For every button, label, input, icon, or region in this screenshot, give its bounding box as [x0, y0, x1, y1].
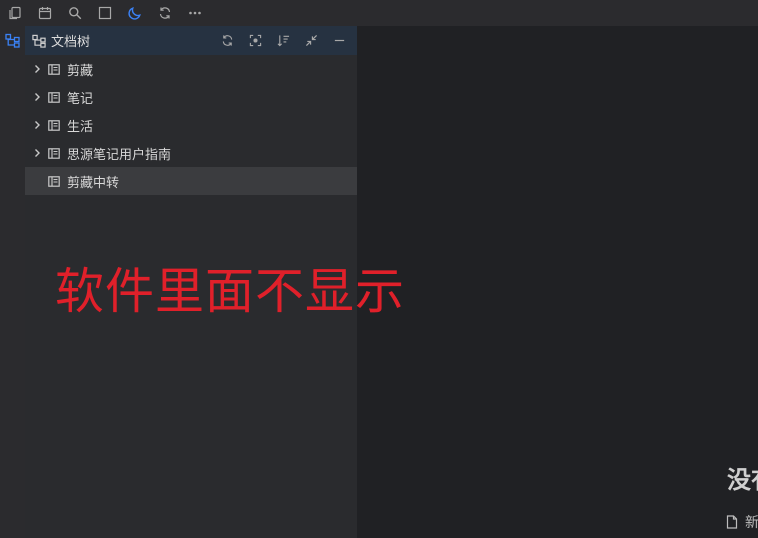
file-tree-icon	[32, 34, 46, 48]
file-tree-icon[interactable]	[5, 33, 20, 48]
notebook-icon	[48, 119, 60, 131]
notebook-icon	[48, 91, 60, 103]
app-window: 文档树 剪藏 笔记 生活 思源笔记用户指南 剪藏中转 没 新 软件里面不显示	[0, 0, 758, 538]
tree-item-label: 剪藏中转	[67, 175, 120, 191]
tree-item[interactable]: 生活	[25, 111, 357, 139]
refresh-icon[interactable]	[213, 26, 241, 55]
chevron-right-icon[interactable]	[32, 148, 42, 158]
new-document-label: 新建	[745, 515, 758, 531]
document-tree: 剪藏 笔记 生活 思源笔记用户指南 剪藏中转	[25, 55, 357, 195]
panel-title: 文档树	[51, 35, 91, 50]
copy-icon[interactable]	[0, 0, 30, 26]
sync-icon[interactable]	[150, 0, 180, 26]
tree-item[interactable]: 剪藏	[25, 55, 357, 83]
new-document-link[interactable]: 新建	[725, 512, 758, 532]
moon-icon[interactable]	[120, 0, 150, 26]
square-icon[interactable]	[90, 0, 120, 26]
notebook-icon	[48, 63, 60, 75]
panel-actions	[213, 26, 357, 55]
collapse-icon[interactable]	[297, 26, 325, 55]
panel-header: 文档树	[25, 26, 357, 55]
search-icon[interactable]	[60, 0, 90, 26]
chevron-right-icon[interactable]	[32, 64, 42, 74]
tree-item-label: 剪藏	[67, 63, 94, 79]
tree-item-label: 笔记	[67, 91, 94, 107]
tree-item-label: 思源笔记用户指南	[67, 147, 172, 163]
calendar-icon[interactable]	[30, 0, 60, 26]
tree-item-label: 生活	[67, 119, 94, 135]
annotation-text: 软件里面不显示	[55, 263, 406, 320]
top-toolbar	[0, 0, 758, 26]
notebook-icon	[48, 175, 60, 187]
notebook-icon	[48, 147, 60, 159]
sort-icon[interactable]	[269, 26, 297, 55]
tree-item-selected[interactable]: 剪藏中转	[25, 167, 357, 195]
tree-item[interactable]: 思源笔记用户指南	[25, 139, 357, 167]
chevron-right-icon[interactable]	[32, 92, 42, 102]
file-icon	[726, 515, 738, 529]
more-icon[interactable]	[180, 0, 210, 26]
left-dock	[0, 26, 25, 538]
tree-item[interactable]: 笔记	[25, 83, 357, 111]
empty-state-title: 没有	[727, 466, 758, 494]
focus-icon[interactable]	[241, 26, 269, 55]
minimize-icon[interactable]	[325, 26, 353, 55]
editor-area	[357, 26, 758, 538]
chevron-right-icon[interactable]	[32, 120, 42, 130]
